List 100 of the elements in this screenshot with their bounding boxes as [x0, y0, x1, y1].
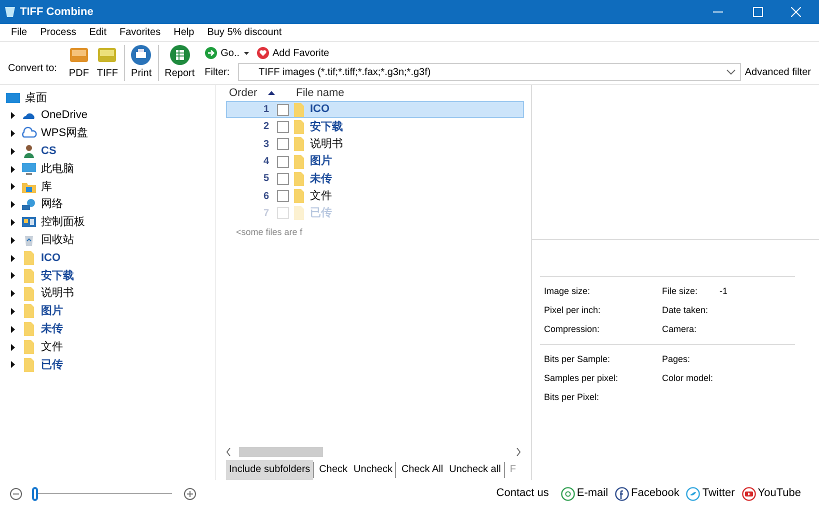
menu-item[interactable]: Help — [174, 25, 194, 40]
property-label: Color model: — [662, 372, 714, 385]
toolbar-button[interactable]: Print — [127, 45, 156, 81]
file-row[interactable]: 6 文件 — [226, 187, 524, 205]
property-label: Bits per Sample: — [544, 352, 610, 366]
checkbox[interactable] — [277, 156, 289, 168]
menu-item[interactable]: Process — [40, 25, 76, 40]
spreadsheet-icon — [170, 45, 190, 65]
folder-icon — [21, 250, 37, 266]
tree-item[interactable]: 已传 — [41, 356, 63, 374]
tree-item[interactable]: 此电脑 — [41, 160, 74, 178]
folder-icon — [21, 268, 37, 284]
tree-item[interactable]: 文件 — [41, 338, 63, 356]
menu-item[interactable]: File — [11, 25, 28, 40]
zoom-out-icon[interactable] — [10, 488, 22, 500]
menu-item[interactable]: Buy 5% discount — [207, 25, 282, 40]
document-icon — [97, 45, 118, 65]
folder-icon — [293, 102, 305, 117]
menu-item[interactable]: Favorites — [119, 25, 161, 40]
checkbox[interactable] — [277, 190, 289, 202]
maximize-icon[interactable] — [753, 7, 763, 17]
tree-item[interactable]: WPS网盘 — [41, 125, 88, 142]
column-header[interactable]: File name — [296, 84, 344, 102]
folder-icon — [21, 321, 37, 338]
tree-item[interactable]: 说明书 — [41, 285, 74, 302]
tree-item[interactable]: 回收站 — [41, 232, 74, 249]
property-label: Image size: — [544, 284, 590, 298]
column-header[interactable]: Order — [216, 84, 266, 102]
action-button[interactable]: Uncheck — [350, 460, 396, 480]
filter-dropdown[interactable]: TIFF images (*.tif;*.tiff;*.fax;*.g3n;*.g3f) — [238, 63, 741, 81]
app-icon — [3, 5, 17, 19]
contact-link[interactable]: YouTube — [742, 485, 801, 502]
folder-icon — [21, 339, 37, 356]
toolbar-button[interactable]: PDF — [64, 45, 93, 81]
file-row[interactable]: 3 说明书 — [226, 136, 524, 153]
tree-item[interactable]: 控制面板 — [41, 214, 85, 231]
checkbox[interactable] — [277, 138, 289, 150]
window-title: TIFF Combine — [20, 4, 94, 20]
sort-ascending-icon[interactable] — [268, 91, 275, 95]
document-icon — [68, 45, 89, 65]
scroll-right-icon[interactable] — [516, 448, 521, 456]
zoom-slider[interactable] — [32, 486, 172, 500]
action-button[interactable]: Check — [316, 460, 351, 480]
add-favorite-button[interactable]: Add Favorite — [272, 46, 330, 60]
property-label: Pixel per inch: — [544, 304, 601, 317]
go-button[interactable]: Go.. — [220, 46, 249, 60]
property-label: Camera: — [662, 322, 697, 336]
contact-link[interactable]: Twitter — [686, 485, 735, 502]
property-label: Pages: — [662, 352, 690, 366]
menu-item[interactable]: Edit — [89, 25, 106, 40]
folder-icon — [21, 303, 37, 320]
action-button[interactable]: Check All — [398, 460, 446, 480]
user-icon — [21, 143, 37, 160]
tree-item[interactable]: 安下载 — [41, 268, 74, 284]
close-icon[interactable] — [791, 7, 801, 17]
network-icon — [21, 196, 37, 213]
tree-item[interactable]: CS — [41, 143, 56, 160]
checkbox[interactable] — [277, 172, 289, 185]
zoom-in-icon[interactable] — [184, 488, 196, 500]
toolbar-button[interactable]: Report — [160, 45, 199, 81]
convert-label: Convert to: — [8, 62, 57, 76]
folder-icon — [293, 137, 305, 152]
action-button[interactable]: Include subfolders — [226, 460, 314, 480]
heart-icon — [256, 47, 269, 59]
folder-icon — [293, 189, 305, 204]
tree-item[interactable]: OneDrive — [41, 107, 88, 124]
property-label: Bits per Pixel: — [544, 390, 600, 404]
tree-item[interactable]: 图片 — [41, 303, 63, 320]
file-row[interactable]: 1 ICO — [226, 101, 524, 118]
contact-link[interactable]: E-mail — [560, 485, 608, 502]
computer-icon — [21, 161, 37, 178]
file-row[interactable]: 5 未传 — [226, 170, 524, 188]
contact-label: Contact us — [496, 486, 549, 502]
folder-icon — [21, 286, 37, 302]
tree-item[interactable]: 网络 — [41, 196, 63, 213]
tree-item[interactable]: 未传 — [41, 321, 63, 338]
filter-label: Filter: — [204, 66, 230, 80]
tree-item[interactable]: 桌面 — [25, 90, 47, 106]
folder-icon — [293, 120, 305, 134]
property-label: File size: — [662, 284, 698, 298]
checkbox[interactable] — [277, 120, 289, 133]
folder-icon — [293, 154, 305, 169]
printer-icon — [131, 45, 152, 65]
property-label: Date taken: — [662, 304, 708, 317]
property-label: Samples per pixel: — [544, 372, 618, 385]
action-button[interactable]: Uncheck all — [446, 460, 504, 480]
folder-icon — [293, 206, 305, 220]
checkbox[interactable] — [277, 104, 289, 116]
file-row[interactable]: 4 图片 — [226, 152, 524, 170]
property-label: Compression: — [544, 322, 600, 336]
go-arrow-icon — [204, 47, 217, 59]
advanced-filter-button[interactable]: Advanced filter — [744, 64, 811, 80]
file-row[interactable]: 2 安下载 — [226, 118, 524, 136]
tree-item[interactable]: 库 — [41, 178, 52, 196]
tree-item[interactable]: ICO — [41, 250, 61, 266]
filtered-files-note[interactable]: <some files are f — [216, 226, 531, 240]
contact-link[interactable]: Facebook — [615, 485, 680, 502]
scroll-left-icon[interactable] — [226, 448, 231, 456]
toolbar-button[interactable]: TIFF — [92, 45, 122, 81]
property-value: -1 — [720, 284, 728, 298]
